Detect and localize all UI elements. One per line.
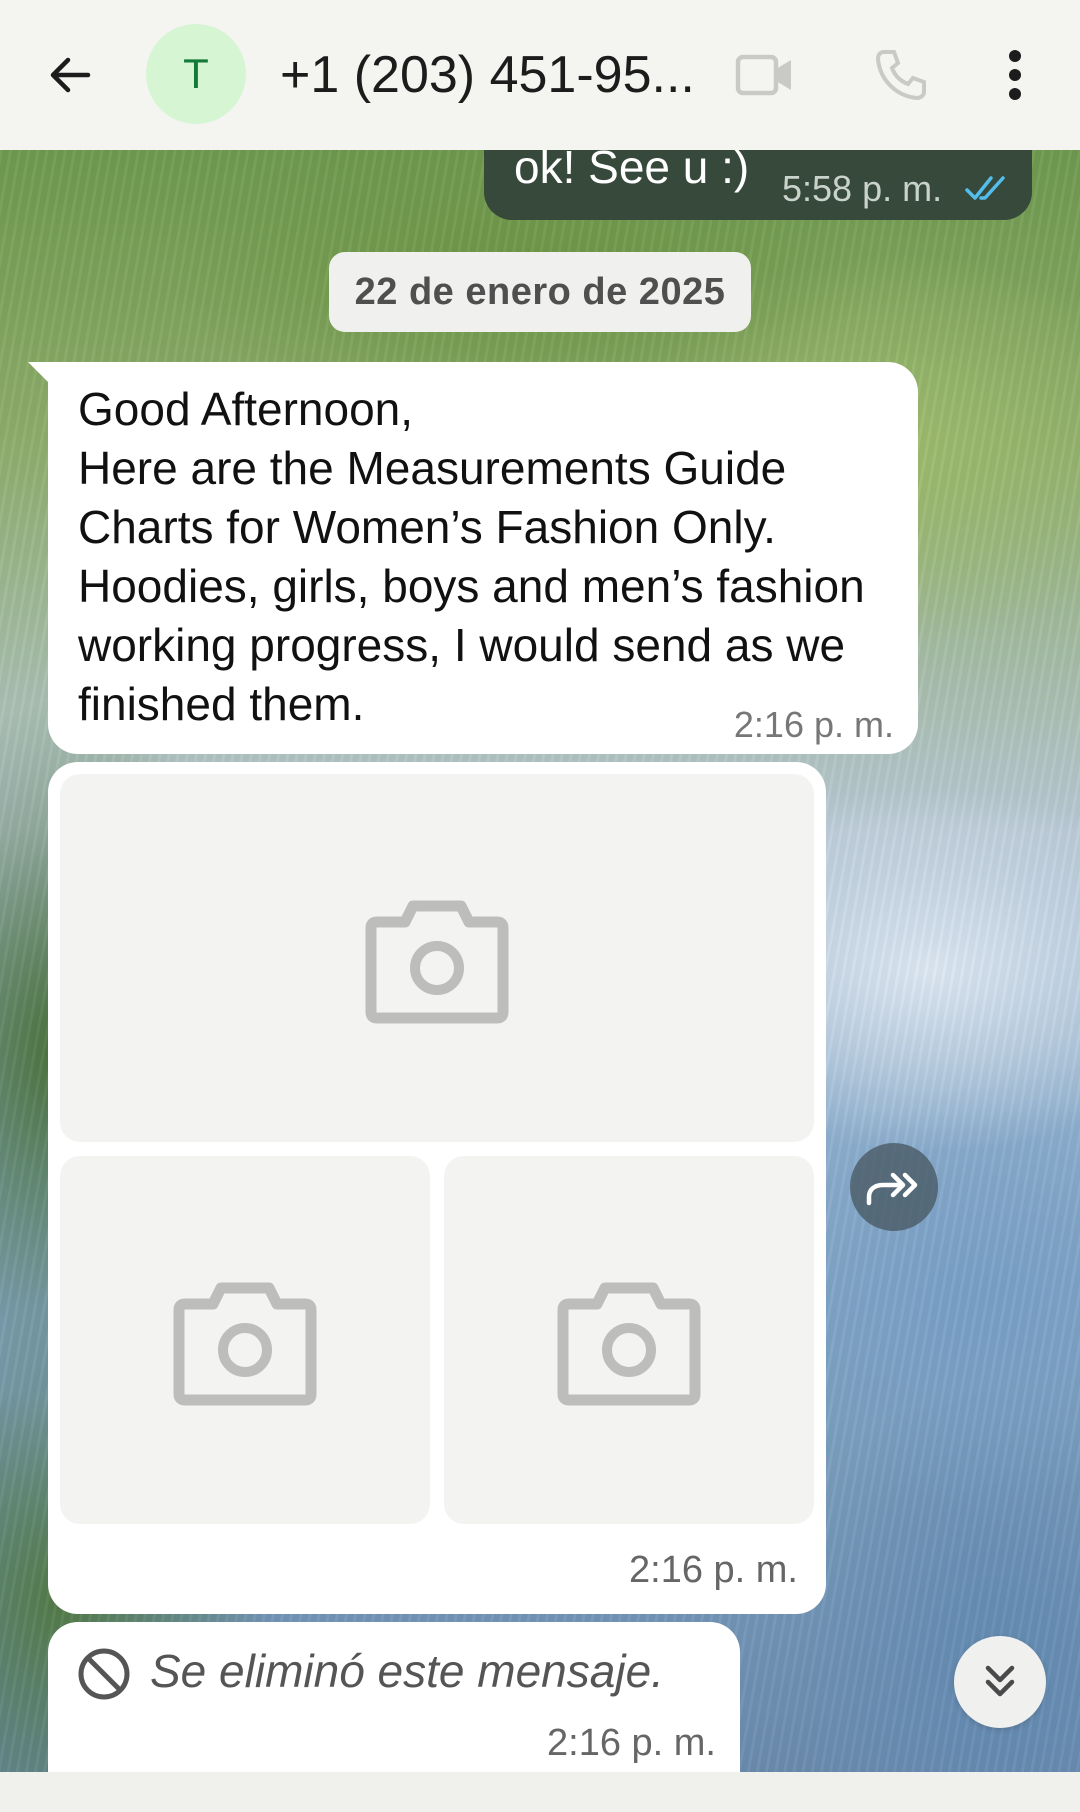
double-chevron-down-icon xyxy=(985,1665,1015,1697)
incoming-message[interactable]: Good Afternoon, Here are the Measurement… xyxy=(28,362,918,754)
chat-header: T +1 (203) 451-95... xyxy=(0,0,1080,150)
more-options-button[interactable] xyxy=(990,40,1040,110)
video-camera-icon xyxy=(735,54,791,96)
forward-button[interactable] xyxy=(850,1143,938,1231)
image-thumbnail[interactable] xyxy=(444,1156,814,1524)
camera-icon xyxy=(365,900,509,1024)
image-album-message[interactable]: 2:16 p. m. xyxy=(48,762,826,1614)
message-time: 2:16 p. m. xyxy=(547,1722,716,1764)
date-separator: 22 de enero de 2025 xyxy=(329,252,751,332)
arrow-left-icon xyxy=(50,57,91,93)
camera-icon xyxy=(173,1282,317,1406)
message-text: ok! See u :) xyxy=(514,150,750,193)
message-time: 2:16 p. m. xyxy=(629,1549,798,1591)
avatar[interactable]: T xyxy=(146,24,246,124)
deleted-message[interactable]: Se eliminó este mensaje. 2:16 p. m. xyxy=(48,1622,740,1772)
outgoing-message[interactable]: ok! See u :) 5:58 p. m. xyxy=(484,150,1032,220)
image-thumbnail[interactable] xyxy=(60,1156,430,1524)
image-thumbnail[interactable] xyxy=(60,774,814,1142)
camera-icon xyxy=(557,1282,701,1406)
phone-icon xyxy=(875,50,926,101)
forward-icon xyxy=(866,1172,918,1206)
chat-wallpaper: ok! See u :) 5:58 p. m. 22 de enero de 2… xyxy=(0,150,1080,1772)
bottom-bar xyxy=(0,1772,1080,1812)
message-time: 5:58 p. m. xyxy=(782,168,943,209)
scroll-to-bottom-button[interactable] xyxy=(954,1636,1046,1728)
deleted-message-text: Se eliminó este mensaje. xyxy=(150,1645,664,1697)
more-vertical-icon xyxy=(1009,50,1021,100)
double-check-icon xyxy=(965,176,1005,200)
contact-name[interactable]: +1 (203) 451-95... xyxy=(280,40,700,110)
voice-call-button[interactable] xyxy=(865,40,935,110)
message-time: 2:16 p. m. xyxy=(733,704,894,745)
message-text: Good Afternoon, Here are the Measurement… xyxy=(78,383,865,730)
avatar-letter: T xyxy=(183,50,209,97)
blocked-icon xyxy=(78,1648,130,1700)
back-button[interactable] xyxy=(40,45,100,105)
video-call-button[interactable] xyxy=(730,40,800,110)
chat-screen: T +1 (203) 451-95... ok! See u :) 5:58 p xyxy=(0,0,1080,1812)
